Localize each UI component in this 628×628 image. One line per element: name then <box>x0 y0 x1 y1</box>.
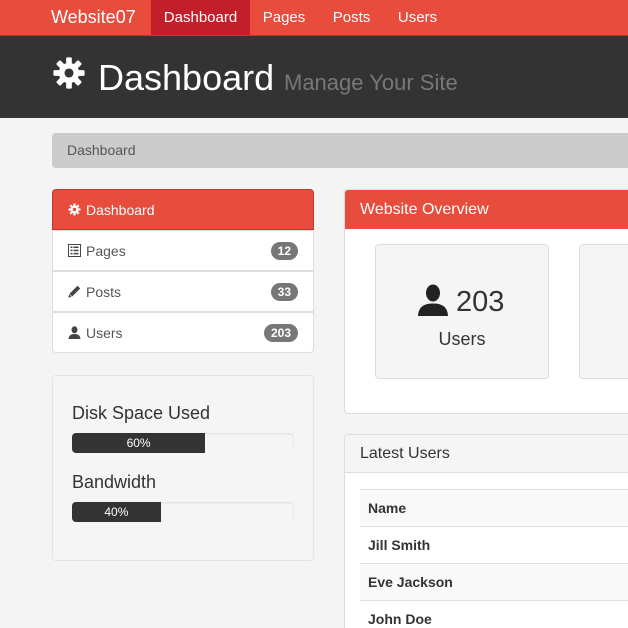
panel-heading: Latest Users <box>345 435 628 473</box>
sidebar-item-label: Posts <box>86 284 122 300</box>
breadcrumb: Dashboard <box>52 133 628 168</box>
top-navbar: Website07 Dashboard Pages Posts Users <box>0 0 628 36</box>
count-badge: 33 <box>270 283 298 301</box>
stat-value: 203 <box>456 286 505 318</box>
sidebar-item-label: Pages <box>86 243 126 259</box>
nav-item-posts[interactable]: Posts <box>318 0 385 35</box>
nav-item-users[interactable]: Users <box>385 0 450 35</box>
table-row: John Doe <box>360 600 628 628</box>
page-subtitle: Manage Your Site <box>284 70 458 95</box>
nav-item-pages[interactable]: Pages <box>250 0 318 35</box>
sidebar-item-dashboard[interactable]: Dashboard <box>52 189 314 230</box>
gear-icon <box>68 203 81 216</box>
breadcrumb-item[interactable]: Dashboard <box>67 142 136 158</box>
sidebar-item-label: Users <box>86 325 123 341</box>
sidebar-item-users[interactable]: Users 203 <box>52 312 314 353</box>
nav-item-dashboard[interactable]: Dashboard <box>151 0 250 35</box>
count-badge: 12 <box>270 242 298 260</box>
stat-card <box>579 244 628 379</box>
count-badge: 203 <box>263 324 298 342</box>
brand-logo[interactable]: Website07 <box>51 0 136 35</box>
page-header: Dashboard Manage Your Site <box>0 36 628 118</box>
usage-metrics-panel: Disk Space Used 60% Bandwidth 40% <box>52 375 314 561</box>
sidebar-item-pages[interactable]: Pages 12 <box>52 230 314 271</box>
list-icon <box>68 244 81 257</box>
stat-caption: Users <box>438 329 486 349</box>
bandwidth-progress-fill: 40% <box>72 502 161 522</box>
table-header: Name <box>360 489 628 526</box>
table-row: Eve Jackson <box>360 563 628 600</box>
disk-space-label: Disk Space Used <box>72 403 211 423</box>
latest-users-panel: Latest Users Name Jill Smith Eve Jackson… <box>344 434 628 628</box>
table-row: Jill Smith <box>360 526 628 563</box>
pencil-icon <box>68 285 81 298</box>
stat-card-users: 203 Users <box>375 244 549 379</box>
bandwidth-label: Bandwidth <box>72 472 157 492</box>
disk-space-progress: 60% <box>72 433 294 453</box>
bandwidth-progress: 40% <box>72 502 294 522</box>
sidebar-item-posts[interactable]: Posts 33 <box>52 271 314 312</box>
user-icon <box>417 284 449 316</box>
sidebar-menu: Dashboard Pages 12 Posts 33 Users 203 <box>52 189 314 354</box>
page-title: Dashboard <box>98 57 275 98</box>
disk-space-progress-fill: 60% <box>72 433 206 453</box>
gear-icon <box>52 56 86 90</box>
panel-heading: Website Overview <box>345 190 628 229</box>
website-overview-panel: Website Overview 203 Users <box>344 189 628 414</box>
user-icon <box>68 326 81 339</box>
sidebar-item-label: Dashboard <box>86 202 155 218</box>
